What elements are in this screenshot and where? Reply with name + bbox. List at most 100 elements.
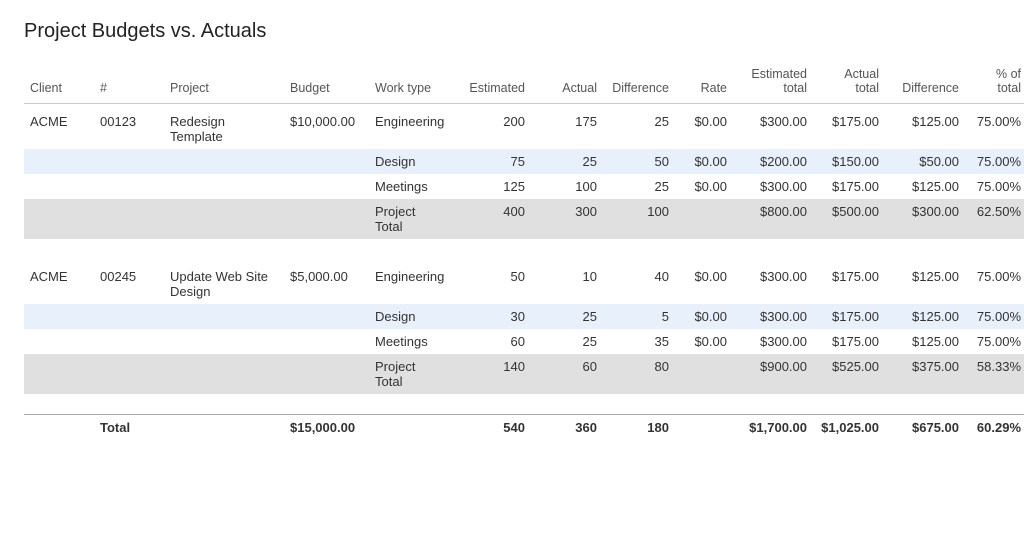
page-title: Project Budgets vs. Actuals <box>24 20 1000 43</box>
cell-difference: 40 <box>603 259 675 304</box>
cell-estimated: 50 <box>459 259 531 304</box>
cell-pt-act-total: $525.00 <box>813 354 885 394</box>
table-header-row: Client # Project Budget Work type Estima… <box>24 61 1024 104</box>
cell-pct: 75.00% <box>965 304 1024 329</box>
cell-diff-total: $125.00 <box>885 259 965 304</box>
cell-number: 00123 <box>94 104 164 150</box>
cell-difference: 25 <box>603 174 675 199</box>
project-total-row: ProjectTotal1406080$900.00$525.00$375.00… <box>24 354 1024 394</box>
cell-estimated: 125 <box>459 174 531 199</box>
cell-rate: $0.00 <box>675 149 733 174</box>
cell-project <box>164 174 284 199</box>
cell-est-total: $300.00 <box>733 259 813 304</box>
cell-actual: 10 <box>531 259 603 304</box>
cell-pt-difference: 80 <box>603 354 675 394</box>
cell-act-total: $175.00 <box>813 174 885 199</box>
cell-pct: 75.00% <box>965 329 1024 354</box>
cell-project <box>164 304 284 329</box>
cell-rate: $0.00 <box>675 104 733 150</box>
spacer-row <box>24 394 1024 415</box>
cell-client: ACME <box>24 104 94 150</box>
cell-budget <box>284 149 369 174</box>
cell-estimated: 200 <box>459 104 531 150</box>
cell-diff-total: $125.00 <box>885 304 965 329</box>
cell-difference: 50 <box>603 149 675 174</box>
table-row: Meetings602535$0.00$300.00$175.00$125.00… <box>24 329 1024 354</box>
cell-pct: 75.00% <box>965 174 1024 199</box>
cell-client: ACME <box>24 259 94 304</box>
cell-project: Update Web Site Design <box>164 259 284 304</box>
grand-total-label: Total <box>94 415 164 441</box>
budgets-table: Client # Project Budget Work type Estima… <box>24 61 1024 440</box>
cell-actual: 25 <box>531 149 603 174</box>
cell-pt-act-total: $500.00 <box>813 199 885 239</box>
cell-pt-rate <box>675 199 733 239</box>
cell-pt-est-total: $900.00 <box>733 354 813 394</box>
cell-actual: 25 <box>531 329 603 354</box>
cell-est-total: $300.00 <box>733 329 813 354</box>
col-difference: Difference <box>603 61 675 104</box>
cell-est-total: $300.00 <box>733 104 813 150</box>
cell-pct: 75.00% <box>965 149 1024 174</box>
cell-budget <box>284 329 369 354</box>
grand-total-actual: 360 <box>531 415 603 441</box>
grand-total-pct: 60.29% <box>965 415 1024 441</box>
cell-pt-diff-total: $300.00 <box>885 199 965 239</box>
cell-project <box>164 329 284 354</box>
cell-rate: $0.00 <box>675 259 733 304</box>
table-row: ACME00123Redesign Template$10,000.00Engi… <box>24 104 1024 150</box>
cell-pct: 75.00% <box>965 259 1024 304</box>
grand-total-budget: $15,000.00 <box>284 415 369 441</box>
cell-rate: $0.00 <box>675 304 733 329</box>
project-total-label: ProjectTotal <box>369 199 459 239</box>
cell-client <box>24 174 94 199</box>
cell-pt-pct: 62.50% <box>965 199 1024 239</box>
cell-number <box>94 174 164 199</box>
spacer-row <box>24 239 1024 259</box>
cell-act-total: $150.00 <box>813 149 885 174</box>
cell-budget <box>284 304 369 329</box>
cell-estimated: 60 <box>459 329 531 354</box>
cell-client <box>24 149 94 174</box>
cell-est-total: $300.00 <box>733 304 813 329</box>
col-number: # <box>94 61 164 104</box>
cell-actual: 25 <box>531 304 603 329</box>
table-row: Meetings12510025$0.00$300.00$175.00$125.… <box>24 174 1024 199</box>
col-rate: Rate <box>675 61 733 104</box>
col-diff-total: Difference <box>885 61 965 104</box>
cell-pt-estimated: 400 <box>459 199 531 239</box>
cell-pt-est-total: $800.00 <box>733 199 813 239</box>
col-estimated: Estimated <box>459 61 531 104</box>
cell-difference: 5 <box>603 304 675 329</box>
table-row: Design30255$0.00$300.00$175.00$125.0075.… <box>24 304 1024 329</box>
col-client: Client <box>24 61 94 104</box>
cell-budget <box>284 174 369 199</box>
cell-act-total: $175.00 <box>813 259 885 304</box>
cell-pt-estimated: 140 <box>459 354 531 394</box>
cell-worktype: Design <box>369 304 459 329</box>
grand-total-est-total: $1,700.00 <box>733 415 813 441</box>
col-actual: Actual <box>531 61 603 104</box>
cell-pt-rate <box>675 354 733 394</box>
cell-est-total: $300.00 <box>733 174 813 199</box>
table-row: ACME00245Update Web Site Design$5,000.00… <box>24 259 1024 304</box>
cell-rate: $0.00 <box>675 174 733 199</box>
cell-number <box>94 329 164 354</box>
cell-number <box>94 304 164 329</box>
cell-actual: 175 <box>531 104 603 150</box>
cell-diff-total: $125.00 <box>885 104 965 150</box>
cell-pt-difference: 100 <box>603 199 675 239</box>
cell-rate: $0.00 <box>675 329 733 354</box>
col-budget: Budget <box>284 61 369 104</box>
cell-act-total: $175.00 <box>813 304 885 329</box>
cell-worktype: Design <box>369 149 459 174</box>
grand-total-diff-total: $675.00 <box>885 415 965 441</box>
cell-diff-total: $125.00 <box>885 329 965 354</box>
cell-est-total: $200.00 <box>733 149 813 174</box>
col-project: Project <box>164 61 284 104</box>
cell-pt-diff-total: $375.00 <box>885 354 965 394</box>
grand-total-difference: 180 <box>603 415 675 441</box>
cell-pt-actual: 60 <box>531 354 603 394</box>
cell-estimated: 75 <box>459 149 531 174</box>
cell-project: Redesign Template <box>164 104 284 150</box>
